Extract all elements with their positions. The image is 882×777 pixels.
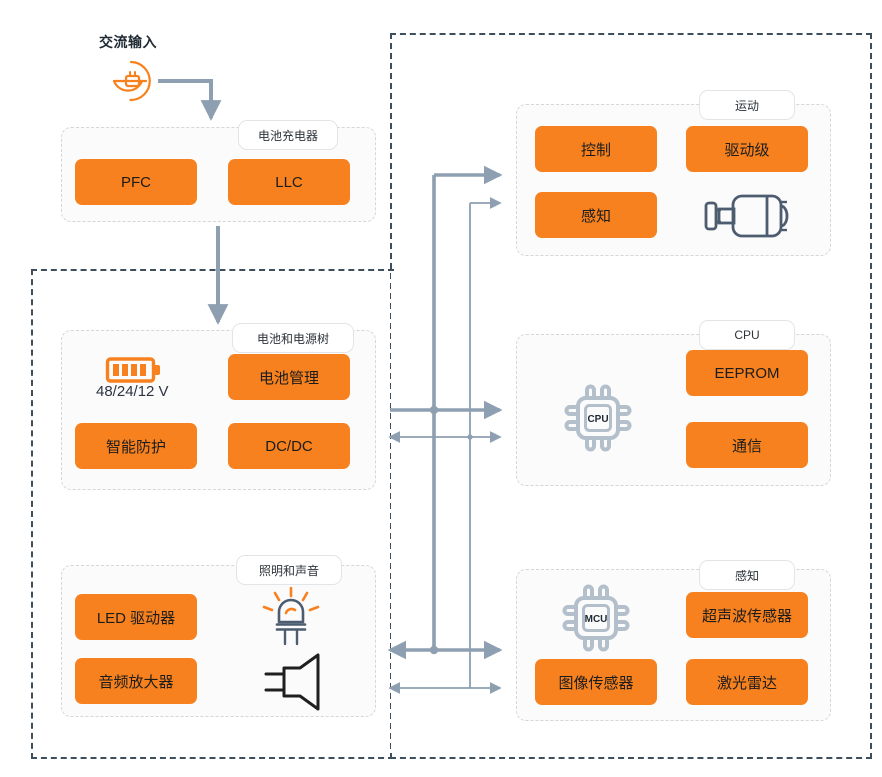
- battery-icon: [105, 355, 166, 385]
- block-motion-sensing[interactable]: 感知: [535, 192, 657, 238]
- cpu-chip-label: CPU: [587, 414, 608, 425]
- wire-ac-to-charger: [158, 79, 222, 121]
- block-drive-stage[interactable]: 驱动级: [686, 126, 808, 172]
- block-diagram-canvas: 交流输入 电池充电器 PFC LLC 电池和电源树 48/24/12 V 电池管…: [0, 0, 882, 777]
- ac-plug-icon: [106, 58, 158, 104]
- bus-junction-dots: [429, 405, 473, 655]
- block-led-driver[interactable]: LED 驱动器: [75, 594, 197, 640]
- group-label-motion: 运动: [699, 90, 795, 120]
- group-label-battery-power-tree: 电池和电源树: [232, 323, 354, 353]
- group-label-cpu: CPU: [699, 320, 795, 350]
- block-image-sensor[interactable]: 图像传感器: [535, 659, 657, 705]
- group-label-sensing: 感知: [699, 560, 795, 590]
- block-ultrasonic-sensor[interactable]: 超声波传感器: [686, 592, 808, 638]
- group-label-lighting-sound: 照明和声音: [236, 555, 342, 585]
- block-pfc[interactable]: PFC: [75, 159, 197, 205]
- block-llc[interactable]: LLC: [228, 159, 350, 205]
- speaker-icon: [262, 653, 326, 711]
- block-eeprom[interactable]: EEPROM: [686, 350, 808, 396]
- block-dcdc[interactable]: DC/DC: [228, 423, 350, 469]
- block-smart-protection[interactable]: 智能防护: [75, 423, 197, 469]
- cpu-chip-icon: CPU: [560, 380, 636, 456]
- mcu-chip-label: MCU: [585, 614, 608, 625]
- block-control[interactable]: 控制: [535, 126, 657, 172]
- block-lidar[interactable]: 激光雷达: [686, 659, 808, 705]
- motor-icon: [697, 190, 797, 242]
- block-audio-amplifier[interactable]: 音频放大器: [75, 658, 197, 704]
- led-lamp-icon: [258, 586, 324, 648]
- block-battery-management[interactable]: 电池管理: [228, 354, 350, 400]
- block-communication[interactable]: 通信: [686, 422, 808, 468]
- group-label-battery-charger: 电池充电器: [238, 120, 338, 150]
- mcu-chip-icon: MCU: [558, 580, 634, 656]
